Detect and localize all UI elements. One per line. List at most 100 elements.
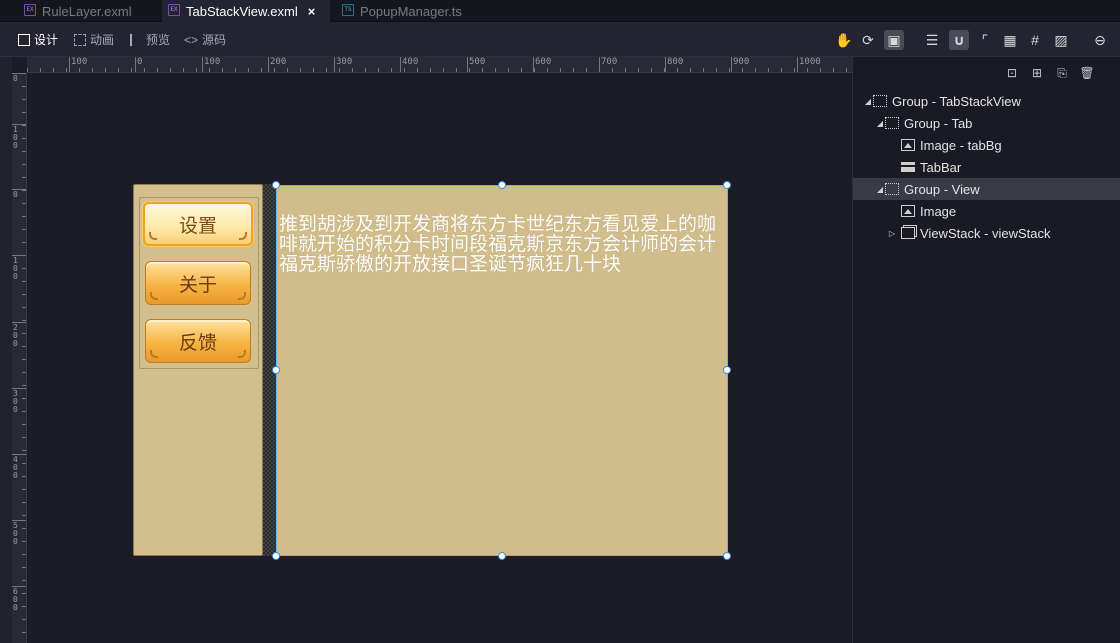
preview-mode-button[interactable]: 预览: [130, 31, 170, 48]
resize-handle-right[interactable]: [723, 366, 731, 374]
tab-button-feedback[interactable]: 反馈: [145, 319, 251, 363]
ornament-icon: [238, 350, 246, 358]
resize-handle-bottom[interactable]: [498, 552, 506, 560]
resize-handle-bottom-right[interactable]: [723, 552, 731, 560]
add-node-icon[interactable]: ⊞: [1029, 65, 1045, 81]
ruler-tick: [22, 242, 26, 243]
tree-node-label: Group - View: [904, 181, 980, 197]
ruler-tick: [833, 68, 834, 72]
delete-icon[interactable]: 🗑: [1079, 65, 1095, 81]
viewstack-icon: [901, 227, 915, 239]
exml-file-icon: EX: [168, 4, 180, 16]
frame-icon[interactable]: ▣: [884, 30, 904, 50]
ruler-tick: [22, 281, 26, 282]
ruler-tick: [495, 68, 496, 72]
hand-icon[interactable]: ✋: [834, 30, 854, 50]
file-tab-popupmanager[interactable]: TS PopupManager.ts: [336, 0, 492, 22]
resize-handle-left[interactable]: [272, 366, 280, 374]
ruler-tick: [22, 632, 26, 633]
ruler-tick: [456, 68, 457, 72]
tree-node-image[interactable]: Image: [853, 200, 1120, 222]
refresh-icon[interactable]: ⟳: [858, 30, 878, 50]
zoom-out-icon[interactable]: ⊖: [1090, 30, 1110, 50]
ruler-tick: [105, 68, 106, 72]
image-toggle-icon[interactable]: ▨: [1051, 30, 1071, 50]
horizontal-ruler: 100 0 100 200 300 400 500 600 700 800 900 1000: [27, 57, 852, 73]
ruler-tick: [27, 68, 28, 72]
preview-mode-label: 预览: [146, 33, 171, 47]
ruler-tick: [378, 68, 379, 72]
ornament-icon: [149, 232, 157, 240]
tab-button-about[interactable]: 关于: [145, 261, 251, 305]
ruler-tick: [326, 68, 327, 72]
ruler-major-tick: [731, 57, 732, 72]
expand-arrow-icon[interactable]: ◢: [875, 185, 885, 194]
ruler-tick: [22, 606, 26, 607]
ruler-tick: [22, 99, 26, 100]
ruler-tick: [729, 68, 730, 72]
ruler-label: 500: [469, 57, 486, 67]
resize-handle-top[interactable]: [498, 181, 506, 189]
design-mode-button[interactable]: 设计: [18, 31, 58, 48]
copy-icon[interactable]: ⎘: [1054, 65, 1070, 81]
file-tab-rulelayer[interactable]: EX RuleLayer.exml: [18, 0, 158, 22]
ruler-tick: [22, 502, 26, 503]
view-group[interactable]: 推到胡涉及到开发商将东方卡世纪东方看见爱上的咖啡就开始的积分卡时间段福克斯京东方…: [276, 185, 728, 556]
resize-handle-bottom-left[interactable]: [272, 552, 280, 560]
ruler-tick: [339, 68, 340, 72]
hash-icon[interactable]: #: [1025, 30, 1045, 50]
ruler-label: 500: [13, 521, 18, 546]
ruler-tick: [417, 68, 418, 72]
ruler-tick: [22, 203, 26, 204]
resize-handle-top-left[interactable]: [272, 181, 280, 189]
tab-button-label: 关于: [178, 273, 217, 296]
ruler-tick: [22, 294, 26, 295]
grid-icon[interactable]: ▦: [1000, 30, 1020, 50]
tab-button-label: 反馈: [178, 331, 217, 354]
ruler-tick: [22, 541, 26, 542]
ruler-tick: [365, 68, 366, 72]
snap-icon[interactable]: ⌜: [975, 30, 995, 50]
tree-node-label: ViewStack - viewStack: [920, 225, 1051, 241]
tree-node-tabstackview[interactable]: ◢ Group - TabStackView: [853, 90, 1120, 112]
layers-icon[interactable]: ☰: [922, 30, 942, 50]
tree-node-tab[interactable]: ◢ Group - Tab: [853, 112, 1120, 134]
tab-button-settings[interactable]: 设置: [143, 202, 253, 246]
collapse-arrow-icon[interactable]: ▷: [887, 229, 897, 238]
image-icon: [901, 205, 915, 217]
tree-node-viewstack[interactable]: ▷ ViewStack - viewStack: [853, 222, 1120, 244]
tree-node-tabbar[interactable]: TabBar: [853, 156, 1120, 178]
animation-mode-button[interactable]: 动画: [74, 31, 114, 48]
design-icon: [18, 33, 30, 46]
tree-node-view[interactable]: ◢ Group - View: [853, 178, 1120, 200]
ruler-tick: [22, 463, 26, 464]
file-tab-tabstackview[interactable]: EX TabStackView.exml ×: [162, 0, 330, 22]
expand-arrow-icon[interactable]: ◢: [863, 97, 873, 106]
ornament-icon: [150, 350, 158, 358]
ruler-major-tick: [268, 57, 269, 72]
ts-file-icon: TS: [342, 4, 354, 16]
tree-node-tabbg[interactable]: Image - tabBg: [853, 134, 1120, 156]
ruler-tick: [625, 68, 626, 72]
ornament-icon: [150, 292, 158, 300]
ruler-tick: [22, 333, 26, 334]
close-icon[interactable]: ×: [308, 4, 316, 19]
magnet-icon[interactable]: ∪: [949, 30, 969, 50]
ruler-tick: [22, 398, 26, 399]
group-icon: [885, 183, 899, 195]
expand-arrow-icon[interactable]: ◢: [875, 119, 885, 128]
ruler-tick: [820, 68, 821, 72]
tab-group[interactable]: 设置 关于 反馈: [133, 184, 263, 556]
align-icon[interactable]: ⊡: [1004, 65, 1020, 81]
resize-handle-top-right[interactable]: [723, 181, 731, 189]
ruler-tick: [807, 68, 808, 72]
source-mode-button[interactable]: <> 源码: [184, 31, 226, 48]
ruler-tick: [521, 68, 522, 72]
ruler-tick: [22, 554, 26, 555]
ruler-tick: [573, 68, 574, 72]
ruler-label: 100: [204, 57, 221, 67]
ruler-tick: [22, 229, 26, 230]
tree-node-label: TabBar: [920, 159, 962, 175]
design-canvas[interactable]: 100 0 100 200 300 400 500 600 700 800 900 1000 0 100…: [0, 57, 852, 643]
vertical-ruler: 0 100 0 100 200 300 400 500 600: [12, 73, 27, 643]
